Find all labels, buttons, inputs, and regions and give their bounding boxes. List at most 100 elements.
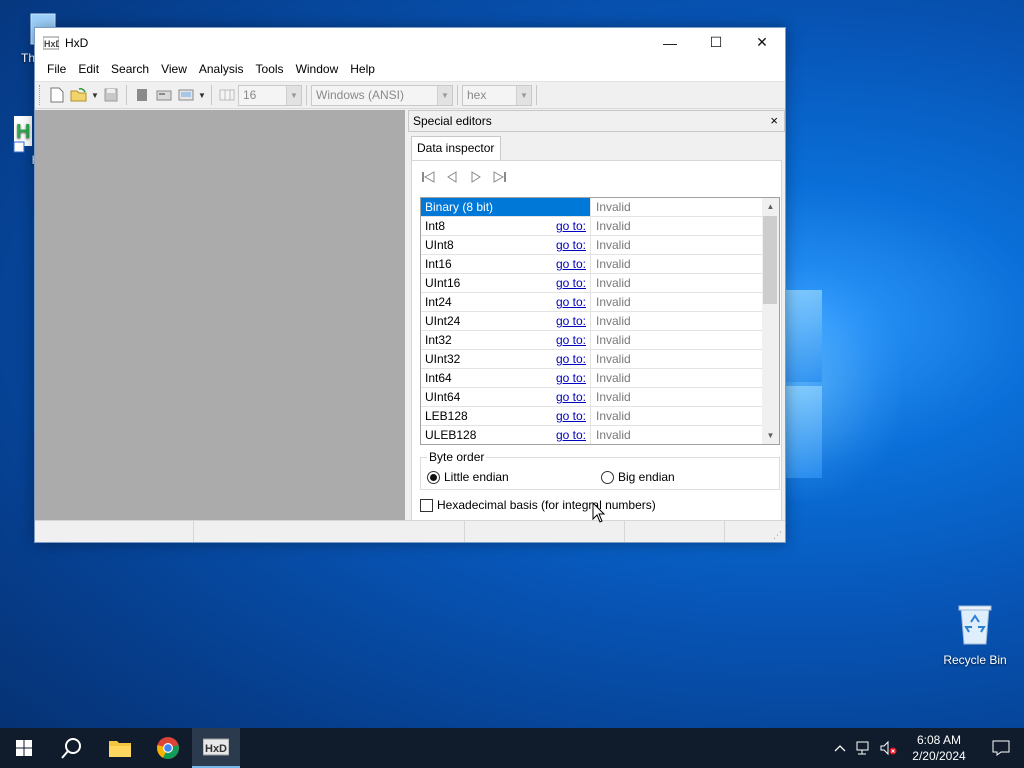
menu-tools[interactable]: Tools [250, 62, 290, 76]
table-row[interactable]: UInt32 go to: Invalid [421, 350, 762, 369]
next-icon[interactable] [468, 169, 484, 185]
hex-basis-checkbox-row[interactable]: Hexadecimal basis (for integral numbers) [420, 498, 656, 512]
chrome-button[interactable] [144, 728, 192, 768]
row-value: Invalid [596, 257, 631, 271]
menu-edit[interactable]: Edit [72, 62, 105, 76]
empty-document-area [35, 110, 405, 522]
menu-help[interactable]: Help [344, 62, 381, 76]
first-icon[interactable] [420, 169, 436, 185]
vertical-scrollbar[interactable]: ▲ ▼ [762, 198, 779, 444]
table-row[interactable]: Int16 go to: Invalid [421, 255, 762, 274]
search-button[interactable] [48, 728, 96, 768]
open-disk-button[interactable] [153, 84, 175, 106]
menu-file[interactable]: File [41, 62, 72, 76]
table-row[interactable]: UInt64 go to: Invalid [421, 388, 762, 407]
close-document-button[interactable] [131, 84, 153, 106]
row-value: Invalid [596, 200, 631, 214]
scroll-thumb[interactable] [763, 216, 777, 304]
goto-link[interactable]: go to: [556, 274, 586, 292]
toolbar-grip[interactable] [39, 85, 42, 105]
offset-base-select[interactable]: hex ▼ [462, 84, 532, 106]
clock-date: 2/20/2024 [912, 749, 966, 763]
goto-link[interactable]: go to: [556, 312, 586, 330]
system-tray: 6:08 AM 2/20/2024 [828, 728, 1024, 768]
byte-order-group: Byte order Little endian Big endian [420, 450, 780, 490]
table-row[interactable]: Int64 go to: Invalid [421, 369, 762, 388]
toolbar: ▼ ▼ 16 ▼ Windows (ANSI) ▼ hex ▼ [35, 81, 785, 109]
row-name: UInt8 [425, 238, 454, 252]
title-bar[interactable]: HxD HxD — ☐ ✕ [35, 28, 785, 57]
scroll-up-icon[interactable]: ▲ [762, 198, 779, 215]
goto-link[interactable]: go to: [556, 293, 586, 311]
start-button[interactable] [0, 728, 48, 768]
little-endian-radio[interactable]: Little endian [427, 470, 509, 484]
goto-link[interactable]: go to: [556, 350, 586, 368]
menu-window[interactable]: Window [290, 62, 345, 76]
bytes-per-row-select[interactable]: 16 ▼ [238, 84, 302, 106]
minimize-button[interactable]: — [647, 28, 693, 57]
row-name: Binary (8 bit) [425, 200, 494, 214]
chevron-up-icon[interactable] [828, 728, 852, 768]
menu-search[interactable]: Search [105, 62, 155, 76]
row-name: ULEB128 [425, 428, 477, 442]
big-endian-radio[interactable]: Big endian [601, 470, 675, 484]
table-row[interactable]: UInt16 go to: Invalid [421, 274, 762, 293]
menu-analysis[interactable]: Analysis [193, 62, 250, 76]
goto-link[interactable]: go to: [556, 426, 586, 444]
document-icon [137, 89, 147, 101]
hxd-taskbar-button[interactable]: HxD [192, 728, 240, 768]
big-endian-label: Big endian [618, 470, 675, 484]
table-row[interactable]: UInt8 go to: Invalid [421, 236, 762, 255]
table-row[interactable]: Int24 go to: Invalid [421, 293, 762, 312]
data-inspector-body: Binary (8 bit) Invalid Int8 go to: Invali… [411, 160, 782, 522]
row-value: Invalid [596, 314, 631, 328]
row-name: Int64 [425, 371, 452, 385]
goto-link[interactable]: go to: [556, 217, 586, 235]
goto-link[interactable]: go to: [556, 369, 586, 387]
maximize-button[interactable]: ☐ [693, 28, 739, 57]
file-explorer-button[interactable] [96, 728, 144, 768]
tab-data-inspector[interactable]: Data inspector [411, 136, 502, 160]
special-editors-title: Special editors [413, 114, 492, 128]
goto-link[interactable]: go to: [556, 388, 586, 406]
goto-link[interactable]: go to: [556, 236, 586, 254]
charset-select[interactable]: Windows (ANSI) ▼ [311, 84, 453, 106]
previous-icon[interactable] [444, 169, 460, 185]
table-row[interactable]: Int8 go to: Invalid [421, 217, 762, 236]
notification-center-button[interactable] [978, 728, 1024, 768]
goto-link[interactable]: go to: [556, 255, 586, 273]
goto-link[interactable]: go to: [556, 331, 586, 349]
open-file-button[interactable] [68, 84, 90, 106]
table-row[interactable]: Binary (8 bit) Invalid [421, 198, 762, 217]
clock[interactable]: 6:08 AM 2/20/2024 [900, 732, 978, 764]
row-name: Int8 [425, 219, 446, 233]
table-row[interactable]: Int32 go to: Invalid [421, 331, 762, 350]
bytes-per-row-icon-button[interactable] [216, 84, 238, 106]
panel-close-icon[interactable]: × [770, 113, 778, 128]
goto-link[interactable]: go to: [556, 407, 586, 425]
resize-grip-icon[interactable]: ⋰ [773, 530, 783, 540]
mouse-cursor-icon [592, 502, 606, 523]
data-inspector-grid[interactable]: Binary (8 bit) Invalid Int8 go to: Invali… [420, 197, 780, 445]
menu-bar: File Edit Search View Analysis Tools Win… [35, 57, 785, 81]
open-dropdown-arrow[interactable]: ▼ [90, 84, 100, 106]
ram-dropdown-arrow[interactable]: ▼ [197, 84, 207, 106]
save-button[interactable] [100, 84, 122, 106]
row-value: Invalid [596, 371, 631, 385]
open-ram-button[interactable] [175, 84, 197, 106]
last-icon[interactable] [492, 169, 508, 185]
close-button[interactable]: ✕ [739, 28, 785, 57]
table-row[interactable]: ULEB128 go to: Invalid [421, 426, 762, 444]
new-file-button[interactable] [46, 84, 68, 106]
desktop-icon-recycle-bin[interactable]: Recycle Bin [940, 602, 1010, 667]
scroll-down-icon[interactable]: ▼ [762, 427, 779, 444]
table-row[interactable]: LEB128 go to: Invalid [421, 407, 762, 426]
menu-view[interactable]: View [155, 62, 193, 76]
save-icon [104, 88, 118, 102]
folder-icon [109, 741, 131, 757]
volume-muted-icon[interactable] [876, 728, 900, 768]
hex-basis-checkbox[interactable] [420, 498, 433, 512]
network-icon[interactable] [852, 728, 876, 768]
chevron-down-icon: ▼ [516, 85, 531, 105]
table-row[interactable]: UInt24 go to: Invalid [421, 312, 762, 331]
